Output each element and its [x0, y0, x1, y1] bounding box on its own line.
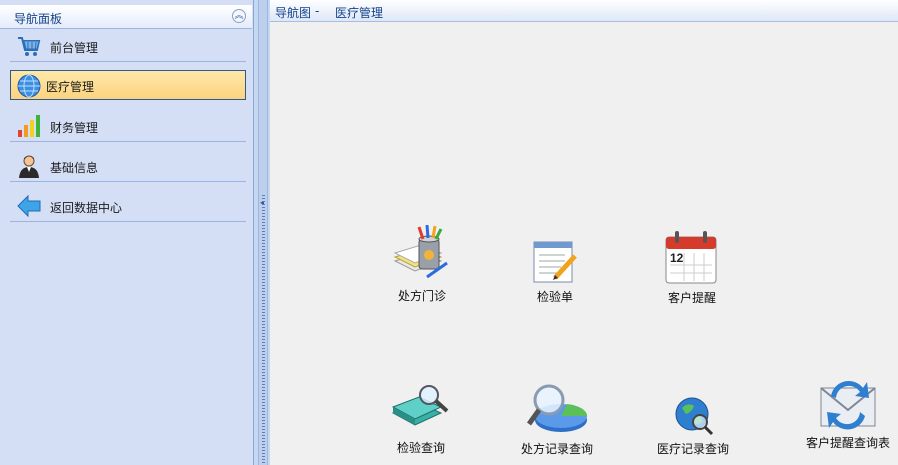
mail-refresh-icon — [820, 380, 876, 430]
breadcrumb: 导航图 - 医疗管理 — [270, 0, 898, 22]
tile-prescription-records-query[interactable]: 处方记录查询 — [517, 380, 597, 457]
tile-medical-records-query[interactable]: 医疗记录查询 — [653, 394, 733, 457]
nav-item-front-desk[interactable]: 前台管理 — [10, 30, 246, 62]
tile-label: 处方记录查询 — [520, 442, 593, 456]
nav-panel-header: 导航面板 ︽ — [0, 5, 252, 29]
nav-item-label: 财务管理 — [50, 121, 99, 135]
pie-search-icon — [526, 384, 588, 432]
prescription-icon — [393, 225, 448, 279]
book-search-icon — [391, 385, 449, 426]
tile-label: 客户提醒查询表 — [805, 436, 890, 450]
main-content: 导航图 - 医疗管理 处方门诊 检验单 12 客户提醒 检验查询 处方记录查询 … — [270, 0, 898, 465]
tile-label: 检验查询 — [396, 441, 445, 455]
globe-search-icon — [675, 397, 714, 436]
calendar-icon: 12 — [665, 231, 717, 284]
nav-item-finance[interactable]: 财务管理 — [10, 110, 246, 142]
tile-label: 处方门诊 — [397, 289, 446, 303]
nav-item-basic-info[interactable]: 基础信息 — [10, 150, 246, 182]
collapse-button[interactable]: ︽ — [232, 9, 246, 23]
globe-icon — [16, 73, 42, 99]
nav-item-back-to-data-center[interactable]: 返回数据中心 — [10, 190, 246, 222]
back-arrow-icon — [16, 193, 42, 219]
breadcrumb-root[interactable]: 导航图 — [275, 4, 311, 21]
nav-item-medical[interactable]: 医疗管理 — [10, 70, 246, 100]
tile-customer-reminder-query-table[interactable]: 客户提醒查询表 — [800, 374, 896, 451]
tile-label: 客户提醒 — [667, 291, 716, 305]
nav-item-label: 返回数据中心 — [50, 201, 123, 215]
tile-customer-reminder[interactable]: 12 客户提醒 — [662, 229, 722, 306]
form-edit-icon — [533, 241, 577, 283]
user-icon — [16, 153, 42, 179]
nav-item-label: 医疗管理 — [46, 80, 95, 94]
navigation-panel: 导航面板 ︽ 前台管理 医疗管理 财务管理 基础信息 返回数据中心 — [0, 0, 254, 465]
shopping-cart-icon — [16, 33, 42, 59]
tile-lab-form[interactable]: 检验单 — [525, 238, 585, 305]
tile-label: 检验单 — [536, 290, 573, 304]
nav-panel-title: 导航面板 — [14, 12, 63, 26]
tile-prescription-clinic[interactable]: 处方门诊 — [385, 225, 459, 304]
calendar-day: 12 — [670, 251, 684, 265]
breadcrumb-current: 医疗管理 — [335, 6, 384, 20]
nav-item-label: 基础信息 — [50, 161, 99, 175]
panel-splitter[interactable]: ◂ — [258, 0, 268, 465]
bar-chart-icon — [16, 113, 42, 139]
breadcrumb-separator: - — [315, 4, 320, 18]
tile-label: 医疗记录查询 — [656, 442, 729, 456]
tile-lab-query[interactable]: 检验查询 — [386, 383, 456, 456]
nav-item-label: 前台管理 — [50, 41, 99, 55]
splitter-grip[interactable] — [262, 195, 265, 465]
